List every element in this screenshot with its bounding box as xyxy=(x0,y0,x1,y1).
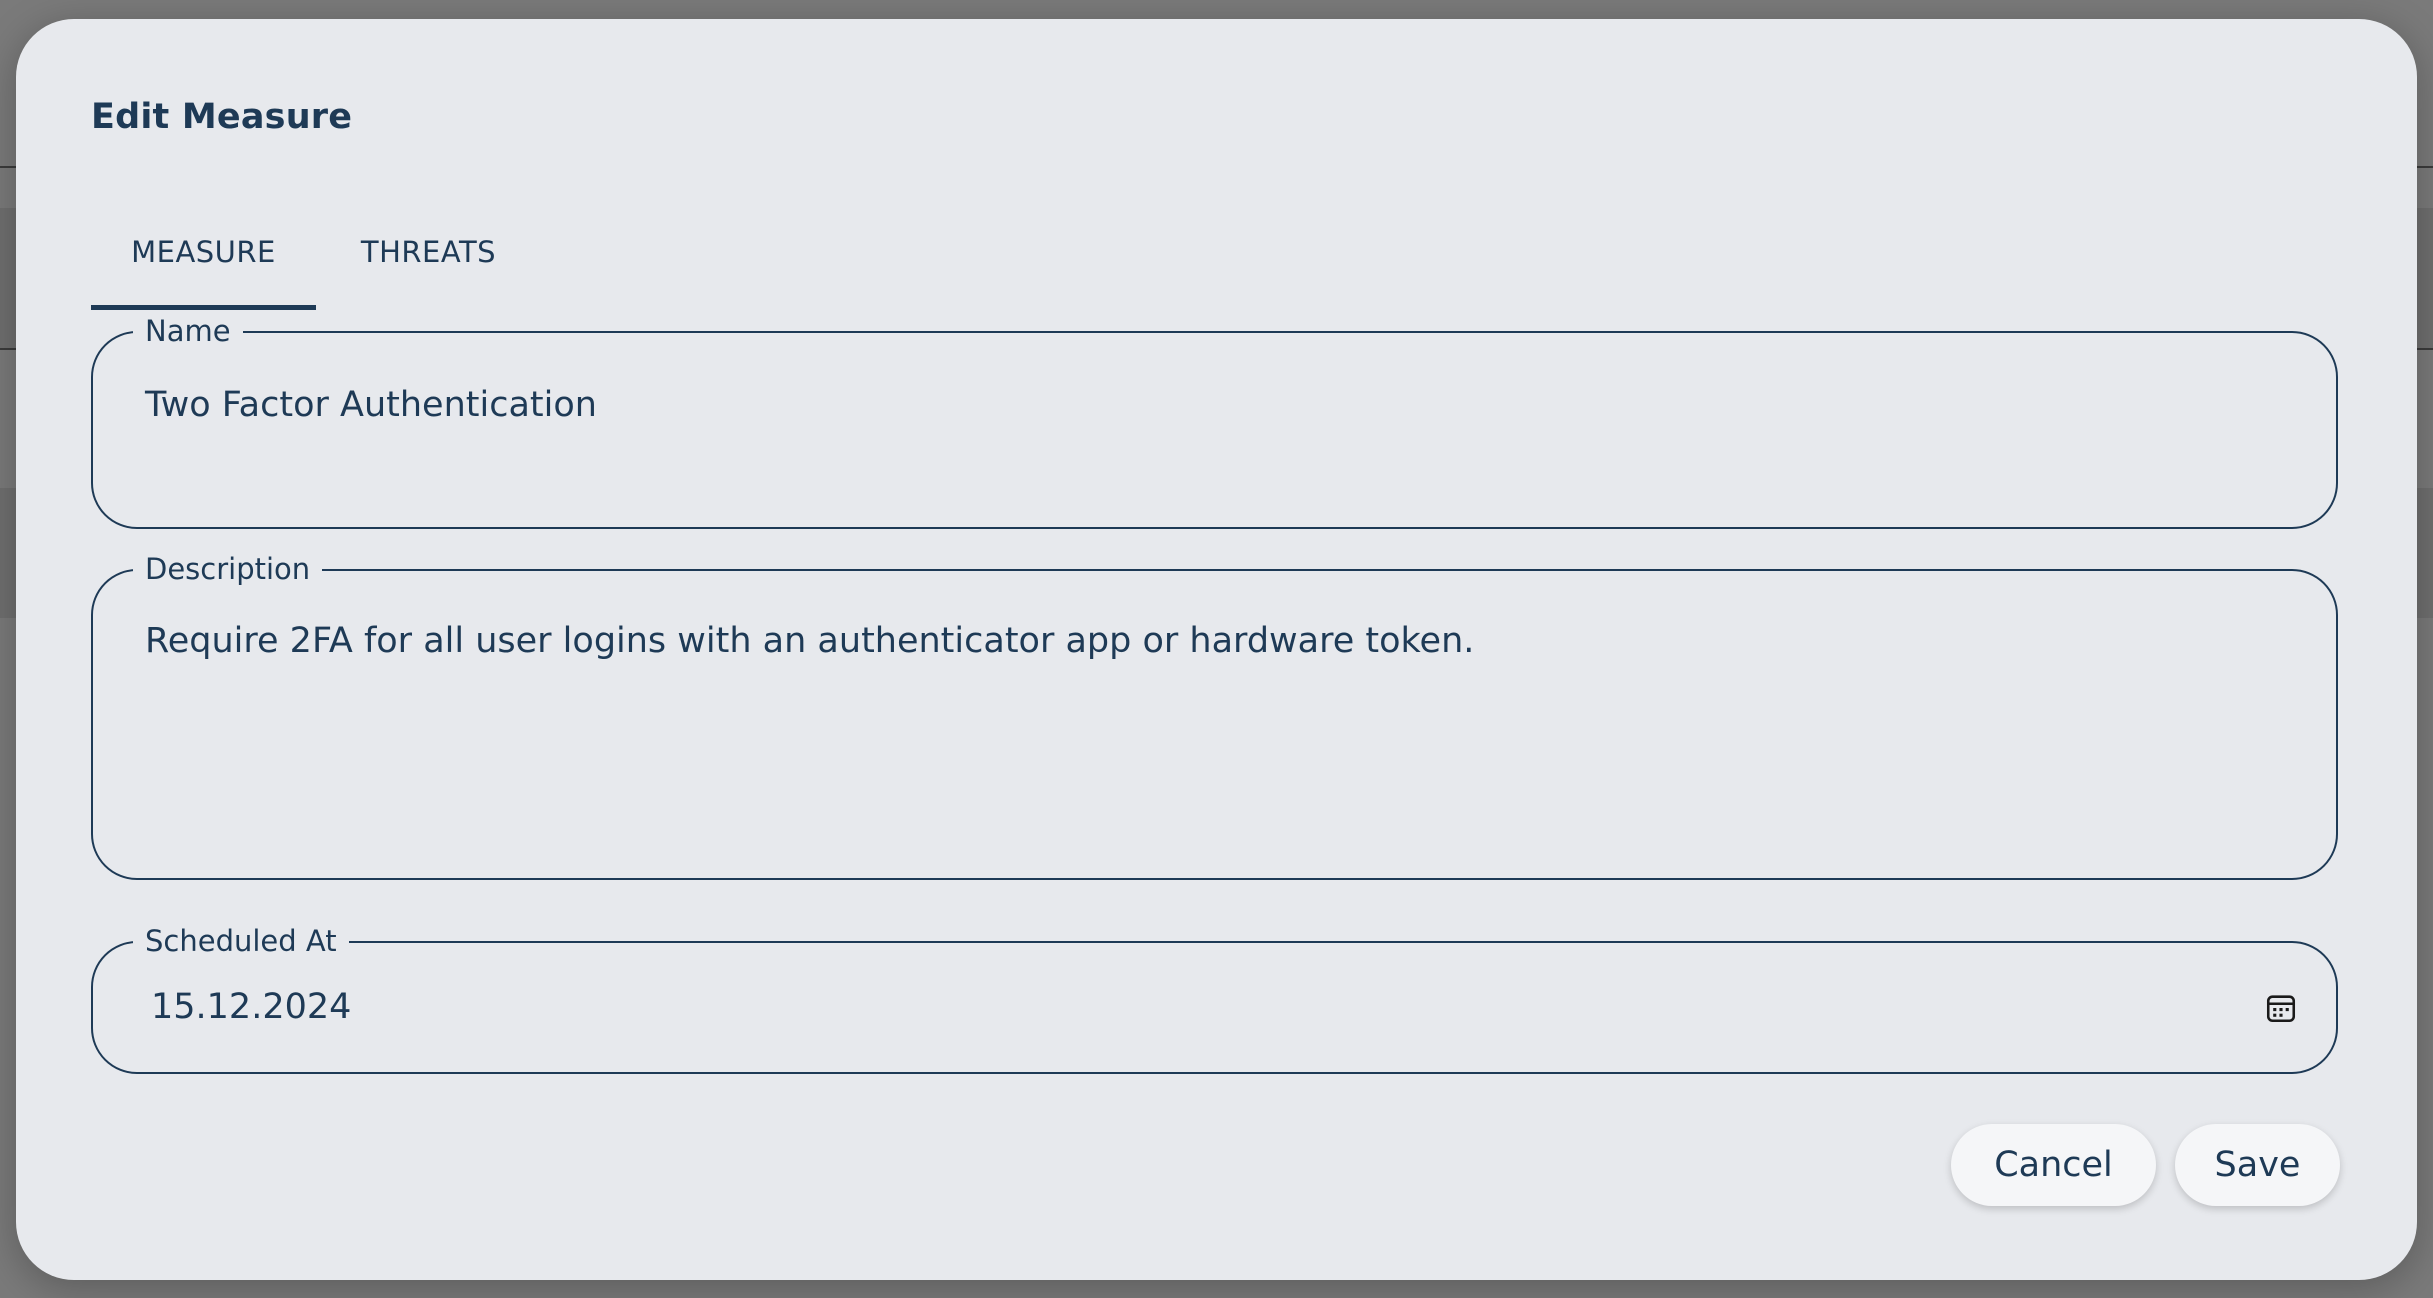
description-field[interactable]: Description Require 2FA for all user log… xyxy=(91,552,2338,880)
description-field-value[interactable]: Require 2FA for all user logins with an … xyxy=(145,621,1474,661)
name-field-value[interactable]: Two Factor Authentication xyxy=(145,385,597,425)
name-field-label: Name xyxy=(133,314,243,348)
scheduled-at-field[interactable]: Scheduled At 15.12.2024 xyxy=(91,924,2338,1074)
scheduled-at-field-label: Scheduled At xyxy=(133,924,349,958)
dialog-title: Edit Measure xyxy=(91,97,353,137)
scheduled-at-field-value[interactable]: 15.12.2024 xyxy=(151,987,351,1027)
edit-measure-dialog: Edit Measure MEASURE THREATS Name Two Fa… xyxy=(16,19,2417,1280)
tab-measure[interactable]: MEASURE xyxy=(91,199,316,310)
save-button[interactable]: Save xyxy=(2175,1124,2340,1206)
name-field[interactable]: Name Two Factor Authentication xyxy=(91,314,2338,529)
description-field-label: Description xyxy=(133,552,323,586)
cancel-button[interactable]: Cancel xyxy=(1951,1124,2156,1206)
tab-threats[interactable]: THREATS xyxy=(316,199,541,305)
calendar-icon[interactable] xyxy=(2264,991,2298,1025)
